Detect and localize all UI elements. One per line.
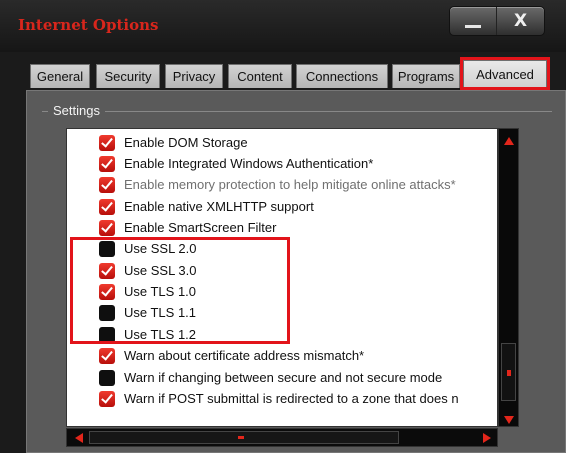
setting-memory-protection[interactable]: Enable memory protection to help mitigat… <box>99 175 497 195</box>
setting-enable-windows-auth[interactable]: Enable Integrated Windows Authentication… <box>99 154 497 174</box>
vertical-scroll-thumb[interactable] <box>501 343 516 401</box>
grip-icon <box>507 370 511 376</box>
vertical-scrollbar[interactable] <box>498 128 519 427</box>
scroll-right-arrow-icon[interactable] <box>483 433 491 443</box>
horizontal-scrollbar[interactable] <box>66 428 498 447</box>
setting-warn-secure-mode[interactable]: Warn if changing between secure and not … <box>99 368 497 388</box>
tab-connections[interactable]: Connections <box>296 64 388 88</box>
tab-content[interactable]: Content <box>228 64 292 88</box>
setting-label: Warn if POST submittal is redirected to … <box>124 391 459 406</box>
setting-label: Enable DOM Storage <box>124 135 248 150</box>
internet-options-window: Internet Options X General Security Priv… <box>0 0 566 453</box>
scrollbar-corner <box>498 428 519 447</box>
minimize-button[interactable] <box>450 7 497 35</box>
setting-label: Enable Integrated Windows Authentication… <box>124 156 374 171</box>
setting-label: Warn if changing between secure and not … <box>124 370 443 385</box>
setting-label: Enable SmartScreen Filter <box>124 220 277 235</box>
window-buttons: X <box>449 6 545 36</box>
setting-label: Warn about certificate address mismatch* <box>124 348 365 363</box>
ssl-tls-highlight <box>70 237 290 344</box>
setting-label: Enable memory protection to help mitigat… <box>124 177 456 192</box>
checkbox[interactable] <box>99 348 115 364</box>
scroll-left-arrow-icon[interactable] <box>75 433 83 443</box>
grip-icon <box>238 436 244 439</box>
scroll-down-arrow-icon[interactable] <box>504 416 514 424</box>
setting-native-xmlhttp[interactable]: Enable native XMLHTTP support <box>99 197 497 217</box>
scroll-up-arrow-icon[interactable] <box>504 137 514 145</box>
setting-enable-dom-storage[interactable]: Enable DOM Storage <box>99 133 497 153</box>
window-title: Internet Options <box>18 16 159 34</box>
advanced-tab-highlight <box>460 57 550 90</box>
setting-warn-post-redirect[interactable]: Warn if POST submittal is redirected to … <box>99 389 497 409</box>
close-button[interactable]: X <box>497 7 544 35</box>
settings-group-divider <box>42 111 552 112</box>
tab-programs[interactable]: Programs <box>392 64 460 88</box>
checkbox[interactable] <box>99 370 115 386</box>
checkbox[interactable] <box>99 220 115 236</box>
setting-smartscreen-filter[interactable]: Enable SmartScreen Filter <box>99 218 497 238</box>
settings-group-label: Settings <box>48 103 105 118</box>
checkbox[interactable] <box>99 391 115 407</box>
horizontal-scroll-thumb[interactable] <box>89 431 399 444</box>
tab-general[interactable]: General <box>30 64 90 88</box>
tab-privacy[interactable]: Privacy <box>165 64 223 88</box>
minimize-icon <box>465 25 481 28</box>
checkbox[interactable] <box>99 135 115 151</box>
tab-security[interactable]: Security <box>96 64 160 88</box>
checkbox[interactable] <box>99 156 115 172</box>
checkbox[interactable] <box>99 177 115 193</box>
setting-warn-cert-mismatch[interactable]: Warn about certificate address mismatch* <box>99 346 497 366</box>
setting-label: Enable native XMLHTTP support <box>124 199 314 214</box>
checkbox[interactable] <box>99 199 115 215</box>
title-bar[interactable]: Internet Options X <box>0 0 566 52</box>
